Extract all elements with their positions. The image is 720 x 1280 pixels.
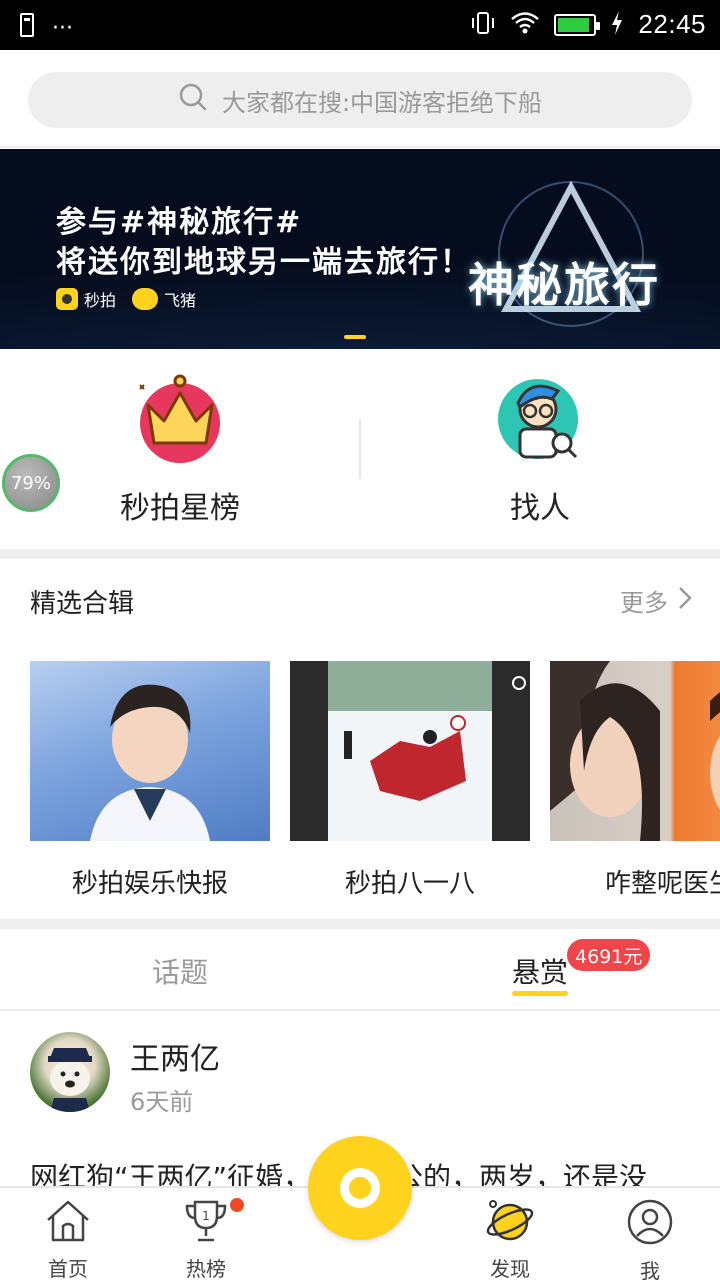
- post-author[interactable]: 王两亿: [130, 1034, 220, 1078]
- miaopai-logo: 秒拍: [56, 287, 116, 311]
- search-input[interactable]: 大家都在搜:中国游客拒绝下船: [28, 72, 692, 128]
- svg-text:1: 1: [202, 1209, 210, 1223]
- featured-collections: 精选合辑 更多 秒拍娱乐快报 秒拍八一八 咋整呢医: [0, 559, 720, 919]
- profile-icon: [626, 1198, 674, 1251]
- carousel-indicator: [344, 335, 366, 339]
- star-ranking-label: 秒拍星榜: [120, 491, 240, 526]
- status-bar: ··· 22:45: [0, 0, 720, 50]
- trophy-icon: 1: [182, 1198, 230, 1249]
- nav-discover[interactable]: 发现: [450, 1198, 570, 1280]
- collections-title: 精选合辑: [30, 589, 135, 619]
- post-time: 6天前: [130, 1088, 194, 1116]
- collection-card[interactable]: 咋整呢医生: [550, 661, 720, 900]
- nav-home-label: 首页: [48, 1257, 88, 1280]
- record-button[interactable]: [308, 1136, 412, 1240]
- nav-hot[interactable]: 1 热榜: [146, 1198, 266, 1280]
- collection-card[interactable]: 秒拍娱乐快报: [30, 661, 270, 900]
- home-icon: [44, 1198, 92, 1249]
- wifi-icon: [510, 11, 540, 39]
- collection-thumbnail: [290, 661, 530, 841]
- section-separator: [0, 919, 720, 929]
- collection-caption: 秒拍娱乐快报: [71, 869, 228, 899]
- search-icon: [178, 82, 208, 118]
- usb-icon: [18, 12, 36, 44]
- find-people-label: 找人: [510, 491, 570, 526]
- planet-icon: [485, 1198, 535, 1249]
- nav-me[interactable]: 我: [590, 1198, 710, 1280]
- crown-icon: [130, 367, 230, 471]
- find-person-icon: [490, 367, 590, 471]
- nav-discover-label: 发现: [490, 1257, 530, 1280]
- tab-topics[interactable]: 话题: [152, 951, 208, 991]
- partner-logos: 秒拍 飞猪: [56, 287, 196, 311]
- star-ranking-entry[interactable]: 秒拍星榜: [0, 367, 360, 547]
- nav-hot-label: 热榜: [186, 1257, 226, 1280]
- find-people-entry[interactable]: 找人: [360, 367, 720, 547]
- collection-thumbnail: [30, 661, 270, 841]
- banner-headline-2: 将送你到地球另一端去旅行！: [56, 245, 472, 280]
- clock: 22:45: [638, 9, 706, 39]
- charging-icon: [610, 10, 624, 40]
- avatar[interactable]: [30, 1032, 110, 1112]
- more-label: 更多: [620, 589, 668, 617]
- collection-caption: 秒拍八一八: [344, 869, 475, 899]
- promo-banner[interactable]: 参与#神秘旅行# 将送你到地球另一端去旅行！ 秒拍 飞猪 神秘旅行: [0, 149, 720, 349]
- record-icon: [340, 1168, 380, 1208]
- battery-icon: [554, 13, 601, 36]
- collection-thumbnail: [550, 661, 720, 841]
- reward-amount-badge: 4691元: [567, 939, 651, 971]
- banner-headline-1: 参与#神秘旅行#: [56, 205, 303, 240]
- collection-card[interactable]: 秒拍八一八: [290, 661, 530, 900]
- quick-entries: 秒拍星榜 找人: [0, 349, 720, 549]
- search-bar: 大家都在搜:中国游客拒绝下船: [0, 50, 720, 148]
- vibrate-icon: [470, 10, 496, 40]
- chevron-right-icon: [678, 586, 692, 616]
- floating-progress-badge[interactable]: 79%: [2, 454, 60, 512]
- nav-home[interactable]: 首页: [8, 1198, 128, 1280]
- active-tab-indicator: [512, 991, 568, 996]
- banner-art-title: 神秘旅行: [468, 258, 660, 312]
- content-tabs: 话题 悬赏 4691元: [0, 929, 720, 1011]
- section-separator: [0, 549, 720, 559]
- tab-reward[interactable]: 悬赏: [512, 951, 568, 991]
- more-notifications-indicator: ···: [52, 15, 73, 41]
- search-placeholder: 大家都在搜:中国游客拒绝下船: [221, 88, 543, 117]
- collection-caption: 咋整呢医生: [604, 869, 720, 899]
- more-link[interactable]: 更多: [620, 583, 692, 618]
- notification-dot: [230, 1198, 244, 1212]
- nav-me-label: 我: [640, 1259, 660, 1280]
- fliggy-logo: 飞猪: [132, 287, 196, 311]
